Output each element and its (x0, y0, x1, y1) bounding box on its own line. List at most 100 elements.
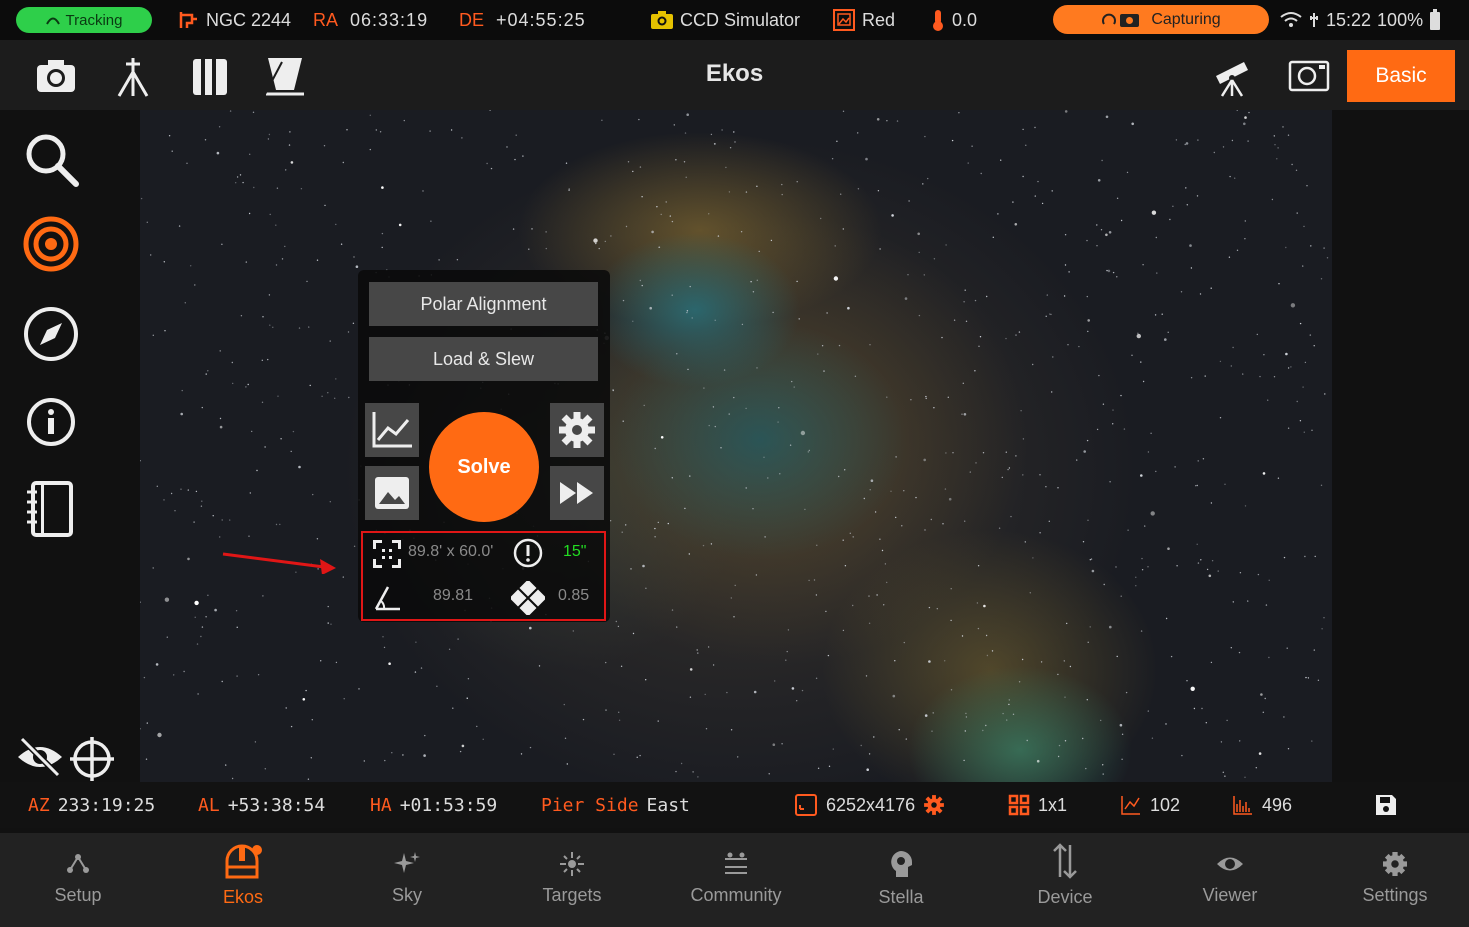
nav-ekos[interactable]: Ekos (168, 833, 318, 927)
image-button[interactable] (365, 466, 419, 520)
search-icon[interactable] (22, 130, 80, 188)
solve-button[interactable]: Solve (429, 412, 539, 522)
ra-label: RA (313, 9, 339, 30)
polar-alignment-button[interactable]: Polar Alignment (369, 282, 598, 326)
filter-icon (833, 9, 855, 31)
sparkle-icon (394, 852, 420, 873)
telescope-icon[interactable] (1210, 54, 1254, 98)
tracking-arc-icon (45, 17, 60, 25)
nav-setup[interactable]: Setup (3, 833, 153, 927)
camera-icon (651, 11, 673, 29)
hide-overlay-icon[interactable] (16, 735, 64, 779)
ra-value: 06:33:19 (350, 9, 429, 30)
resolution-info[interactable]: 6252x4176 (794, 782, 945, 828)
histogram-icon (1233, 796, 1252, 815)
nav-community-label: Community (690, 885, 782, 905)
image-icon (375, 477, 409, 509)
capture-status[interactable]: Capturing (1053, 5, 1269, 34)
system-status: 15:22 100% (1280, 0, 1441, 40)
info-bar: AZ 233:19:25 AL +53:38:54 HA +01:53:59 P… (0, 782, 1469, 828)
camera-info[interactable]: CCD Simulator (650, 0, 800, 40)
focuser-icon[interactable] (262, 54, 306, 98)
fov-value: 89.8' x 60.0' (408, 543, 494, 560)
basic-mode-button[interactable]: Basic (1347, 50, 1455, 102)
nav-settings-label: Settings (1362, 885, 1428, 905)
target-info[interactable]: NGC 2244 (178, 0, 291, 40)
star-burst-icon (560, 852, 584, 876)
filter-name: Red (862, 9, 896, 30)
fov-icon (373, 540, 401, 568)
nav-setup-label: Setup (54, 885, 102, 905)
resolution-settings-icon[interactable] (923, 794, 945, 816)
graph-button[interactable] (365, 403, 419, 457)
nav-settings[interactable]: Settings (1320, 833, 1469, 927)
battery-icon (1430, 9, 1441, 30)
target-icon[interactable] (22, 215, 80, 273)
nav-sky[interactable]: Sky (332, 833, 482, 927)
al-readout: AL +53:38:54 (198, 782, 325, 828)
right-margin (1332, 110, 1469, 782)
rotation-value: 89.81 (433, 587, 474, 604)
target-name: NGC 2244 (206, 9, 292, 30)
binning-info[interactable]: 1x1 (1008, 782, 1067, 828)
nav-targets-label: Targets (542, 885, 602, 905)
de-value: +04:55:25 (496, 9, 586, 30)
filter-wheel-icon[interactable] (188, 54, 232, 98)
wifi-icon (1280, 12, 1302, 27)
pixel-scale-icon (511, 581, 545, 615)
thermometer-icon (933, 10, 943, 31)
mount-icon (179, 12, 197, 28)
exposure-stat-value: 102 (1150, 794, 1181, 815)
star-field (140, 110, 1329, 780)
crosshair-icon[interactable] (68, 735, 116, 783)
resolution-icon (795, 794, 817, 816)
info-icon[interactable] (22, 393, 80, 451)
nav-stella[interactable]: Stella (826, 833, 976, 927)
tracking-status[interactable]: Tracking (16, 7, 152, 33)
sort-arrows-icon (1053, 843, 1077, 879)
nav-viewer-label: Viewer (1202, 885, 1258, 905)
camera-name: CCD Simulator (680, 9, 801, 30)
pier-side-readout: Pier Side East (541, 782, 690, 828)
temperature-info: 0.0 (930, 0, 977, 40)
rotation-angle-icon (374, 586, 400, 611)
accuracy-value: 15" (563, 543, 587, 560)
left-sidebar (0, 110, 140, 782)
nav-community[interactable]: Community (661, 833, 811, 927)
capture-camera-icon[interactable] (34, 54, 78, 98)
pixel-scale-value: 0.85 (558, 587, 590, 604)
ha-value: +01:53:59 (399, 794, 498, 816)
al-label: AL (198, 794, 220, 816)
bottom-nav: Setup Ekos Sky Targets Community Stella … (0, 833, 1469, 927)
fast-forward-icon (560, 482, 593, 504)
solve-results-box: 89.8' x 60.0' 15" 89.81 0.85 (361, 531, 606, 621)
az-label: AZ (28, 794, 50, 816)
filter-info[interactable]: Red (832, 0, 895, 40)
frame-camera-icon[interactable] (1287, 54, 1331, 98)
sky-image-view[interactable] (140, 110, 1332, 782)
warning-icon (513, 538, 543, 568)
nav-device[interactable]: Device (990, 833, 1140, 927)
resolution-value: 6252x4176 (826, 794, 916, 815)
battery-percent: 100% (1377, 9, 1424, 30)
temperature-value: 0.0 (952, 9, 978, 30)
logbook-icon[interactable] (22, 480, 80, 538)
mount-tripod-icon[interactable] (111, 54, 155, 98)
histogram-stat-info: 496 (1232, 782, 1292, 828)
save-icon[interactable] (1374, 793, 1398, 817)
compass-icon[interactable] (22, 305, 80, 363)
nav-viewer[interactable]: Viewer (1155, 833, 1305, 927)
exposure-stat-info: 102 (1120, 782, 1180, 828)
binning-icon (1008, 794, 1030, 816)
stella-head-icon (891, 851, 912, 877)
settings-button[interactable] (550, 403, 604, 457)
ha-readout: HA +01:53:59 (370, 782, 497, 828)
nav-targets[interactable]: Targets (497, 833, 647, 927)
chart-icon (372, 412, 412, 448)
load-slew-button[interactable]: Load & Slew (369, 337, 598, 381)
observatory-dome-icon (225, 844, 262, 879)
ha-label: HA (370, 794, 392, 816)
setup-icon (67, 854, 89, 873)
toolbar (0, 40, 1469, 110)
skip-forward-button[interactable] (550, 466, 604, 520)
